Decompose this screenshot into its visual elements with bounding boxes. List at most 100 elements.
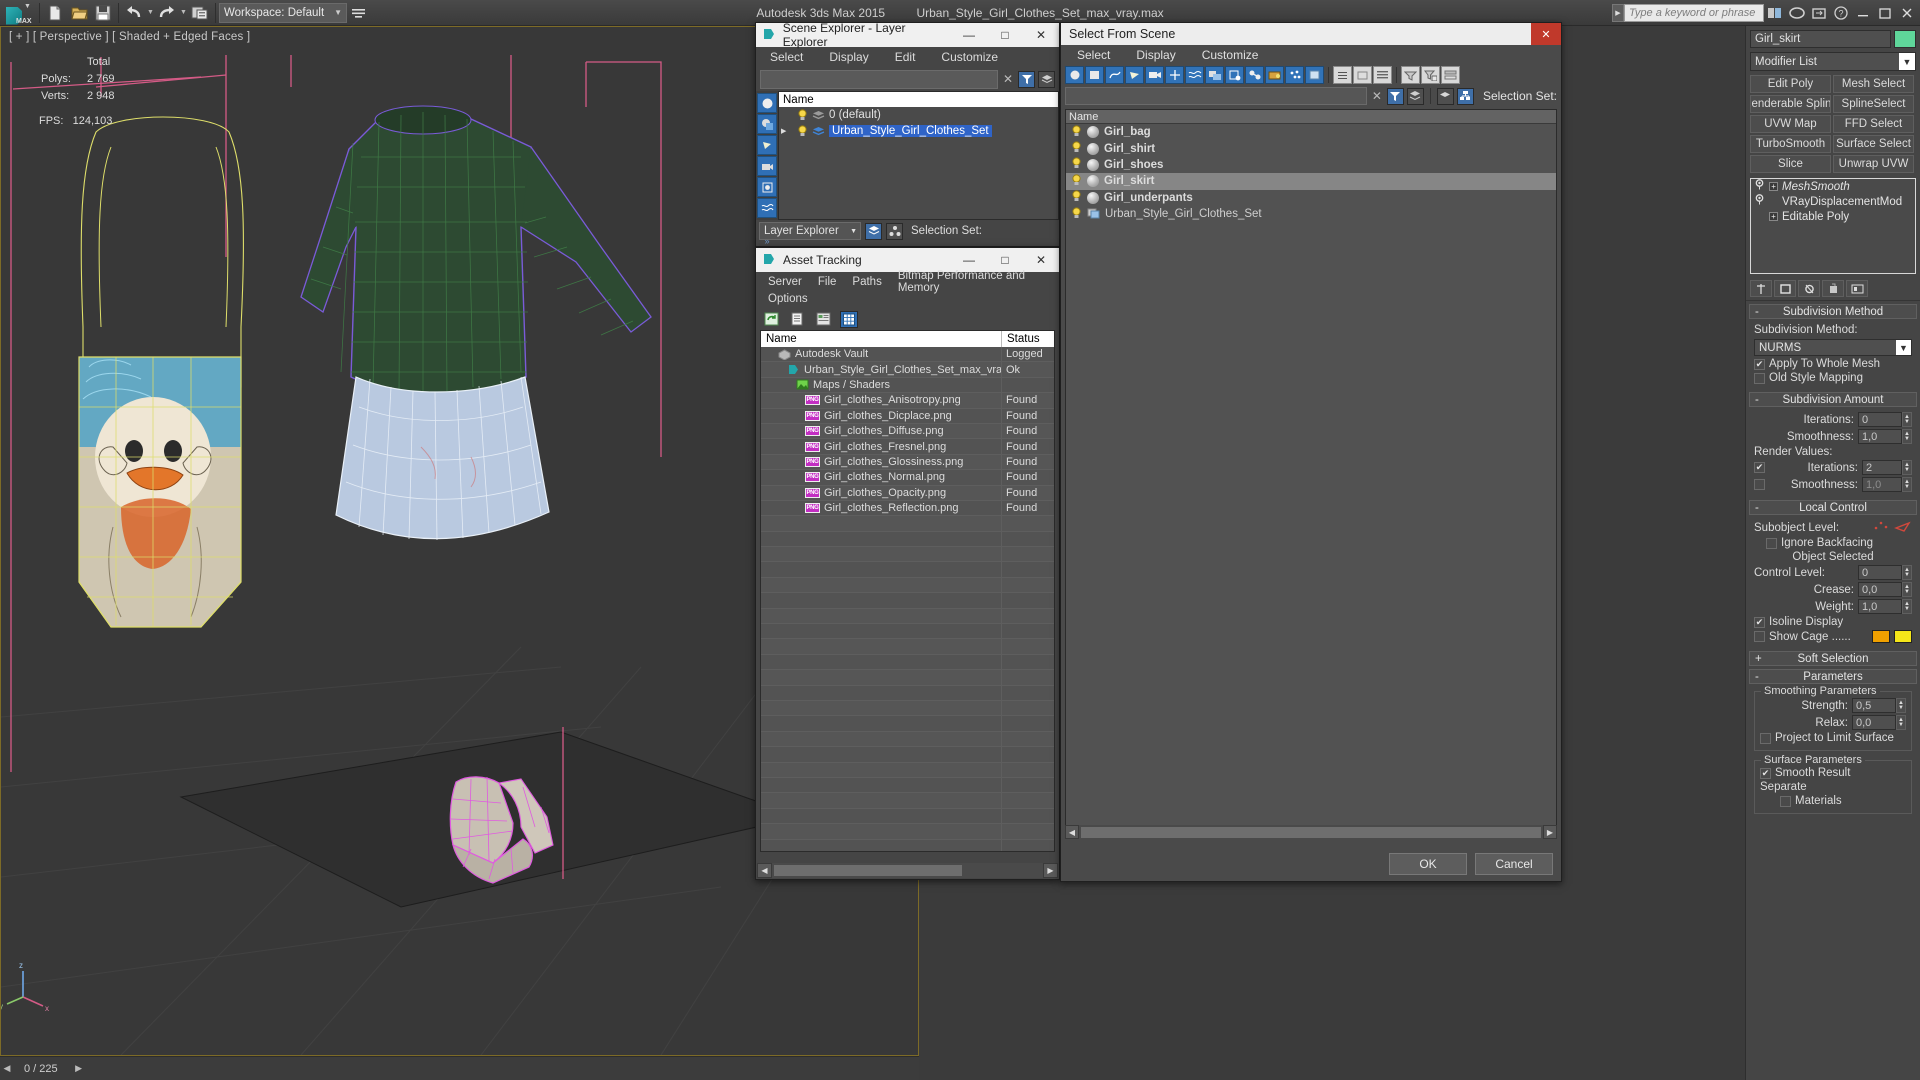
sfs-object-row-empty[interactable] xyxy=(1066,370,1556,386)
control-level-row[interactable]: Control Level: 0 ▲ ▼ xyxy=(1754,565,1912,580)
scene-explorer-close-icon[interactable]: ✕ xyxy=(1023,23,1059,47)
sfs-object-row-empty[interactable] xyxy=(1066,698,1556,714)
strength-row[interactable]: Strength: 0,5 ▲ ▼ xyxy=(1760,698,1906,713)
layer-row-urban-style[interactable]: ▶ Urban_Style_Girl_Clothes_Set xyxy=(779,123,1058,139)
asset-row-empty[interactable] xyxy=(761,762,1054,778)
layer-properties-icon[interactable] xyxy=(865,222,882,240)
asset-row[interactable]: PNG Girl_clothes_Reflection.png Found xyxy=(761,500,1054,517)
subdivision-method-select[interactable]: NURMS ▼ xyxy=(1754,339,1912,356)
sfs-object-row-empty[interactable] xyxy=(1066,550,1556,566)
asset-row[interactable]: PNG Girl_clothes_Anisotropy.png Found xyxy=(761,393,1054,409)
configure-modifier-sets-icon[interactable] xyxy=(1846,280,1868,297)
scene-explorer-window[interactable]: Scene Explorer - Layer Explorer — □ ✕ Se… xyxy=(755,21,1060,247)
se-menu-customize[interactable]: Customize xyxy=(941,50,998,64)
light-bulb-icon[interactable] xyxy=(1071,141,1082,156)
collapse-icon[interactable]: - xyxy=(1755,394,1759,406)
display-helpers-icon[interactable] xyxy=(1165,66,1184,84)
modifier-button[interactable]: Renderable Spline xyxy=(1750,95,1831,113)
project-folder-icon[interactable] xyxy=(188,2,212,24)
smoothness-value[interactable]: 1,0 xyxy=(1858,429,1902,444)
close-window-icon[interactable] xyxy=(1896,3,1918,23)
select-from-scene-dialog[interactable]: Select From Scene ✕ Select Display Custo… xyxy=(1060,22,1562,882)
select-from-scene-search-input[interactable] xyxy=(1065,87,1367,105)
expand-subobject-icon[interactable]: + xyxy=(1769,212,1778,221)
select-from-scene-close-icon[interactable]: ✕ xyxy=(1531,23,1561,45)
asset-row[interactable]: PNG Girl_clothes_Fresnel.png Found xyxy=(761,439,1054,455)
asset-row-empty[interactable] xyxy=(761,808,1054,825)
show-cage-checkbox[interactable] xyxy=(1754,631,1765,642)
cancel-button[interactable]: Cancel xyxy=(1475,853,1553,875)
asset-row-empty[interactable] xyxy=(761,531,1054,548)
display-cameras-icon[interactable] xyxy=(1145,66,1164,84)
asset-row-empty[interactable] xyxy=(761,547,1054,563)
expand-icon[interactable]: + xyxy=(1755,653,1762,665)
smooth-result-checkbox[interactable] xyxy=(1760,767,1771,779)
sfs-object-row-empty[interactable] xyxy=(1066,272,1556,288)
show-end-result-icon[interactable] xyxy=(1774,280,1796,297)
modifier-button[interactable]: UVW Map xyxy=(1750,115,1831,133)
relax-spinner-icon[interactable]: ▲ ▼ xyxy=(1896,715,1906,730)
light-bulb-icon[interactable] xyxy=(797,125,808,137)
rollout-soft-selection[interactable]: + Soft Selection xyxy=(1749,651,1917,666)
sfs-object-row[interactable]: Girl_skirt xyxy=(1066,173,1556,190)
modifier-button[interactable]: FFD Select xyxy=(1833,115,1914,133)
next-frame-icon[interactable]: ▶ xyxy=(72,1060,86,1078)
search-expand-icon[interactable]: ▶ xyxy=(1612,3,1624,22)
asset-row-empty[interactable] xyxy=(761,716,1054,732)
clear-search-icon[interactable]: ✕ xyxy=(1370,88,1384,105)
list-view-icon[interactable] xyxy=(788,311,806,328)
sfs-object-row-empty[interactable] xyxy=(1066,419,1556,435)
scene-explorer-search-input[interactable] xyxy=(760,69,998,89)
scene-explorer-maximize-icon[interactable]: □ xyxy=(987,23,1023,47)
at-menu-options[interactable]: Options xyxy=(768,293,808,305)
iterations-spinner-icon[interactable]: ▲ ▼ xyxy=(1902,412,1912,427)
light-bulb-icon[interactable] xyxy=(1071,207,1082,222)
scrollbar-thumb[interactable] xyxy=(773,864,963,877)
asset-row-empty[interactable] xyxy=(761,793,1054,809)
se-menu-display[interactable]: Display xyxy=(829,50,868,64)
asset-row-empty[interactable] xyxy=(761,747,1054,763)
modifier-stack-entry[interactable]: + MeshSmooth xyxy=(1751,179,1915,194)
sfs-object-row[interactable]: Girl_underpants xyxy=(1066,190,1556,206)
sfs-object-row-empty[interactable] xyxy=(1066,452,1556,468)
at-menu-bitmap[interactable]: Bitmap Performance and Memory xyxy=(898,270,1059,294)
sfs-menu-display[interactable]: Display xyxy=(1136,48,1175,62)
sfs-object-row-empty[interactable] xyxy=(1066,796,1556,812)
asset-row-empty[interactable] xyxy=(761,685,1054,701)
asset-row[interactable]: PNG Girl_clothes_Dicplace.png Found xyxy=(761,408,1054,424)
display-containers-icon[interactable] xyxy=(1265,66,1284,84)
sfs-object-row-empty[interactable] xyxy=(1066,435,1556,451)
smooth-result-row[interactable]: Smooth Result xyxy=(1760,767,1906,779)
make-unique-icon[interactable] xyxy=(1798,280,1820,297)
crease-value[interactable]: 0,0 xyxy=(1858,582,1902,597)
project-limit-checkbox[interactable] xyxy=(1760,732,1771,744)
asset-row-empty[interactable] xyxy=(761,577,1054,594)
undo-icon[interactable] xyxy=(122,2,146,24)
open-file-icon[interactable] xyxy=(67,2,91,24)
modifier-button[interactable]: Edit Poly xyxy=(1750,75,1831,93)
apply-whole-mesh-row[interactable]: Apply To Whole Mesh xyxy=(1754,358,1912,370)
clear-search-icon[interactable]: ✕ xyxy=(1001,71,1015,88)
rollout-header-subdivision-amount[interactable]: - Subdivision Amount xyxy=(1749,392,1917,407)
asset-row-empty[interactable] xyxy=(761,731,1054,748)
modifier-stack-entry[interactable]: + Editable Poly xyxy=(1751,209,1915,224)
rollout-header-parameters[interactable]: - Parameters xyxy=(1749,669,1917,684)
asset-row[interactable]: Maps / Shaders xyxy=(761,377,1054,394)
at-menu-server[interactable]: Server xyxy=(768,276,802,288)
scroll-left-icon[interactable]: ◀ xyxy=(757,863,772,878)
subobject-vertex-icon[interactable] xyxy=(1873,520,1890,535)
materials-row[interactable]: Materials xyxy=(1760,795,1906,807)
filter-geometry-icon[interactable] xyxy=(757,93,777,113)
scroll-right-icon[interactable]: ▶ xyxy=(1543,825,1557,839)
explorer-mode-combo[interactable]: Layer Explorer ▼ xyxy=(759,222,861,240)
asset-row-empty[interactable] xyxy=(761,839,1054,851)
light-bulb-icon[interactable] xyxy=(1071,190,1082,205)
sort-alphabetical-icon[interactable] xyxy=(1333,66,1352,84)
command-panel[interactable]: Girl_skirt Modifier List ▼ Edit Poly Mesh… xyxy=(1745,26,1920,1080)
asset-table-body[interactable]: Autodesk Vault Logged Urban_Style_Girl_Clo… xyxy=(761,347,1054,851)
rollout-header-local-control[interactable]: - Local Control xyxy=(1749,500,1917,515)
sfs-object-row-empty[interactable] xyxy=(1066,304,1556,320)
render-iterations-value[interactable]: 2 xyxy=(1862,460,1902,475)
relax-value[interactable]: 0,0 xyxy=(1852,715,1896,730)
cage-color-swatch-2[interactable] xyxy=(1894,630,1912,643)
